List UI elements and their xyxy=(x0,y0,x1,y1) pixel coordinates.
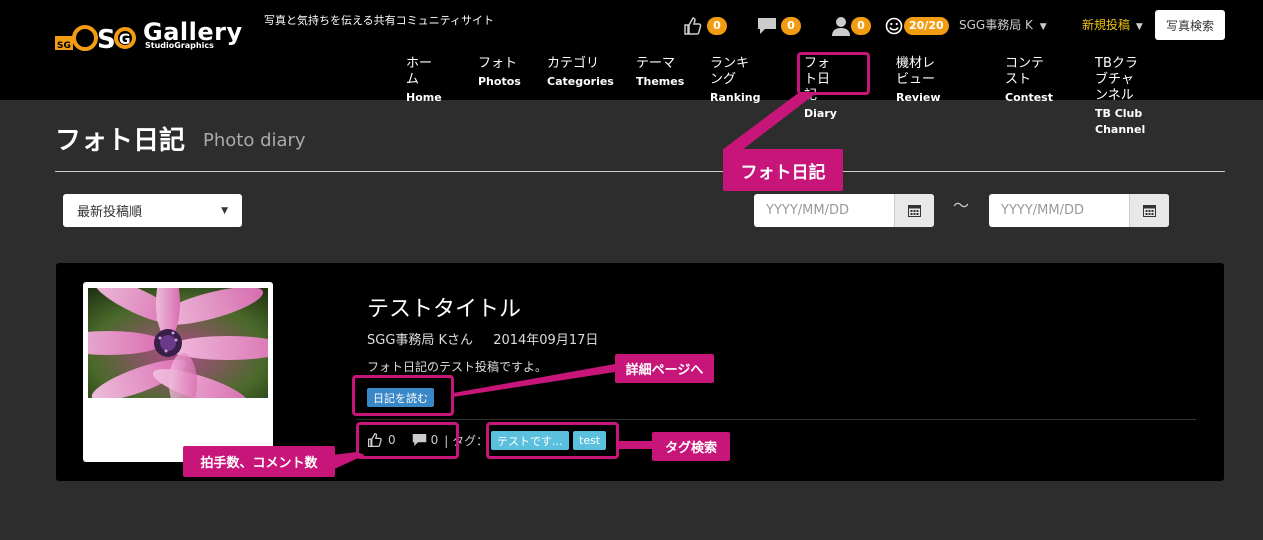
callout-counts: 拍手数、コメント数 xyxy=(183,446,335,477)
highlight-read-button xyxy=(352,375,454,416)
highlight-tags xyxy=(486,422,619,459)
callout-detail: 詳細ページへ xyxy=(615,354,714,383)
callout-diary: フォト日記 xyxy=(723,149,843,191)
highlight-stats xyxy=(356,422,459,459)
highlight-diary-nav xyxy=(797,52,870,95)
callout-tag-search: タグ検索 xyxy=(652,432,730,461)
